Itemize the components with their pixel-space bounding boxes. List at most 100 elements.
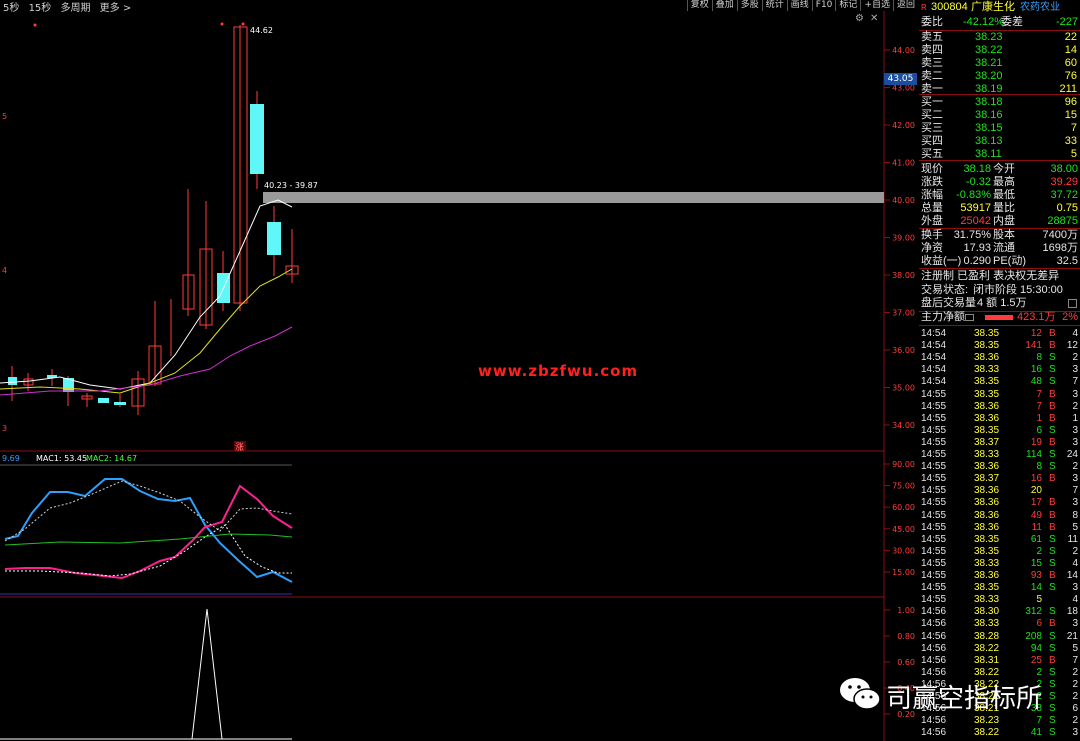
f10-button[interactable]: F10: [811, 0, 836, 11]
level-price: 38.15: [975, 122, 1003, 134]
tick-time: 14:56: [921, 642, 947, 654]
tick-side: S: [1049, 606, 1056, 618]
ask-level-row: 卖四 38.22 14: [919, 44, 1080, 57]
tick-row: 14:55 38.36 7 B 2: [919, 400, 1080, 413]
tick-time: 14:55: [921, 388, 947, 400]
level-label: 卖五: [921, 31, 943, 43]
tick-time: 14:55: [921, 473, 947, 485]
tick-row: 14:55 38.35 6 S 3: [919, 424, 1080, 437]
tick-price: 38.36: [974, 461, 1000, 473]
axis-tick-label: 75.00: [892, 482, 915, 491]
tick-side: B: [1049, 521, 1056, 533]
tick-price: 38.36: [974, 412, 1000, 424]
tick-time: 14:55: [921, 582, 947, 594]
tick-row: 14:56 38.31 25 B 7: [919, 654, 1080, 667]
price-y-axis: 44.0043.0042.0041.0040.0039.0038.0037.00…: [884, 46, 915, 430]
stat-value: 38.00: [1050, 163, 1078, 175]
level-volume: 76: [1064, 70, 1077, 82]
tick-volume: 61: [1030, 533, 1042, 545]
back-button[interactable]: 返回: [892, 0, 918, 11]
multi-stock-button[interactable]: 多股: [736, 0, 762, 11]
tick-volume: 8: [1036, 461, 1042, 473]
stat-row: 总量 53917 量比 0.75: [919, 202, 1080, 215]
tick-volume: 14: [1030, 582, 1042, 594]
tick-volume: 48: [1030, 376, 1042, 388]
bid-level-row: 买二 38.16 15: [919, 109, 1080, 122]
stat-label: 涨幅: [921, 189, 943, 201]
tick-price: 38.36: [974, 497, 1000, 509]
candles: [8, 25, 299, 415]
tick-row: 14:55 38.36 11 B 5: [919, 521, 1080, 534]
tick-row: 14:56 38.33 6 B 3: [919, 617, 1080, 630]
level-label: 卖二: [921, 70, 943, 82]
tick-count: 2: [1072, 545, 1078, 557]
tick-time: 14:55: [921, 497, 947, 509]
stat-label: 内盘: [993, 215, 1015, 227]
level-volume: 7: [1070, 122, 1077, 134]
adjust-button[interactable]: 复权: [686, 0, 712, 11]
tick-time: 14:56: [921, 630, 947, 642]
tick-count: 12: [1066, 340, 1078, 352]
tick-count: 3: [1072, 424, 1078, 436]
chart-toggle-icon[interactable]: [965, 314, 974, 321]
axis-tick-label: 15.00: [892, 568, 915, 577]
level-label: 买四: [921, 135, 943, 147]
axis-tick-label: 38.00: [892, 271, 915, 280]
settings-icon[interactable]: ⚙: [855, 13, 864, 24]
stat-value: -0.83%: [956, 189, 991, 201]
level-label: 买一: [921, 96, 943, 108]
wechat-icon: [840, 678, 881, 710]
tick-price: 38.30: [974, 606, 1000, 618]
stat-label: 收益(一): [921, 255, 962, 267]
tick-count: 3: [1072, 364, 1078, 376]
tick-volume: 141: [1025, 340, 1042, 352]
axis-tick-label: 45.00: [892, 525, 915, 534]
tick-row: 14:56 38.22 94 S 5: [919, 642, 1080, 655]
tick-count: 14: [1066, 570, 1078, 581]
ma-line-white: [0, 199, 293, 390]
tick-price: 38.31: [974, 654, 1000, 666]
overlay-button[interactable]: 叠加: [711, 0, 737, 11]
tick-count: 24: [1066, 449, 1078, 460]
tick-volume: 25: [1030, 654, 1042, 666]
axis-tick-label: 36.00: [892, 346, 915, 355]
site-watermark: www.zbzfwu.com: [478, 362, 639, 380]
add-watchlist-button[interactable]: +自选: [860, 0, 893, 11]
tick-row: 14:54 38.35 12 B 4: [919, 327, 1080, 340]
tick-row: 14:55 38.37 16 B 3: [919, 472, 1080, 485]
statistics-button[interactable]: 统计: [761, 0, 787, 11]
tick-count: 2: [1072, 461, 1078, 473]
tick-side: B: [1049, 570, 1056, 581]
divider: [919, 268, 1080, 269]
stat-label: 涨跌: [921, 176, 943, 188]
tick-price: 38.33: [974, 594, 1000, 606]
tick-side: B: [1049, 436, 1056, 448]
draw-line-button[interactable]: 画线: [786, 0, 812, 11]
tick-time: 14:56: [921, 654, 947, 666]
tick-time: 14:54: [921, 364, 947, 376]
tick-side: B: [1049, 388, 1056, 400]
tick-row: 14:55 38.35 14 S 3: [919, 581, 1080, 594]
mark-button[interactable]: 标记: [835, 0, 860, 11]
kline-chart-area[interactable]: 44.0043.0042.0041.0040.0039.0038.0037.00…: [0, 11, 918, 741]
tick-volume: 16: [1030, 364, 1042, 376]
expand-icon[interactable]: [1068, 299, 1077, 308]
tick-row: 14:55 38.36 93 B 14: [919, 569, 1080, 582]
tick-row: 14:55 38.35 2 S 2: [919, 545, 1080, 558]
tick-time: 14:55: [921, 485, 947, 497]
top-toolbar: 5秒 15秒 多周期 更多 > 复权 叠加 多股 统计 画线 F10 标记 +自…: [0, 0, 918, 14]
tick-price: 38.35: [974, 376, 1000, 388]
tick-row: 14:55 38.36 1 B 1: [919, 412, 1080, 425]
signal-dot: [220, 22, 224, 26]
indicator1-label-a: 9.69: [2, 454, 20, 463]
tick-side: S: [1049, 424, 1056, 436]
level-volume: 33: [1064, 135, 1077, 147]
tick-row: 14:55 38.35 61 S 11: [919, 533, 1080, 546]
current-price-tag: 43.05: [884, 73, 917, 85]
stat-row: 涨跌 -0.32 最高 39.29: [919, 176, 1080, 189]
close-icon[interactable]: ✕: [870, 13, 878, 24]
stat-value: 0.75: [1056, 202, 1078, 214]
stock-sector[interactable]: 农药农业: [1020, 1, 1060, 14]
after-hours-row: 盘后交易量 4 额 1.5万: [919, 297, 1080, 310]
limit-up-marker: 涨: [235, 442, 244, 453]
